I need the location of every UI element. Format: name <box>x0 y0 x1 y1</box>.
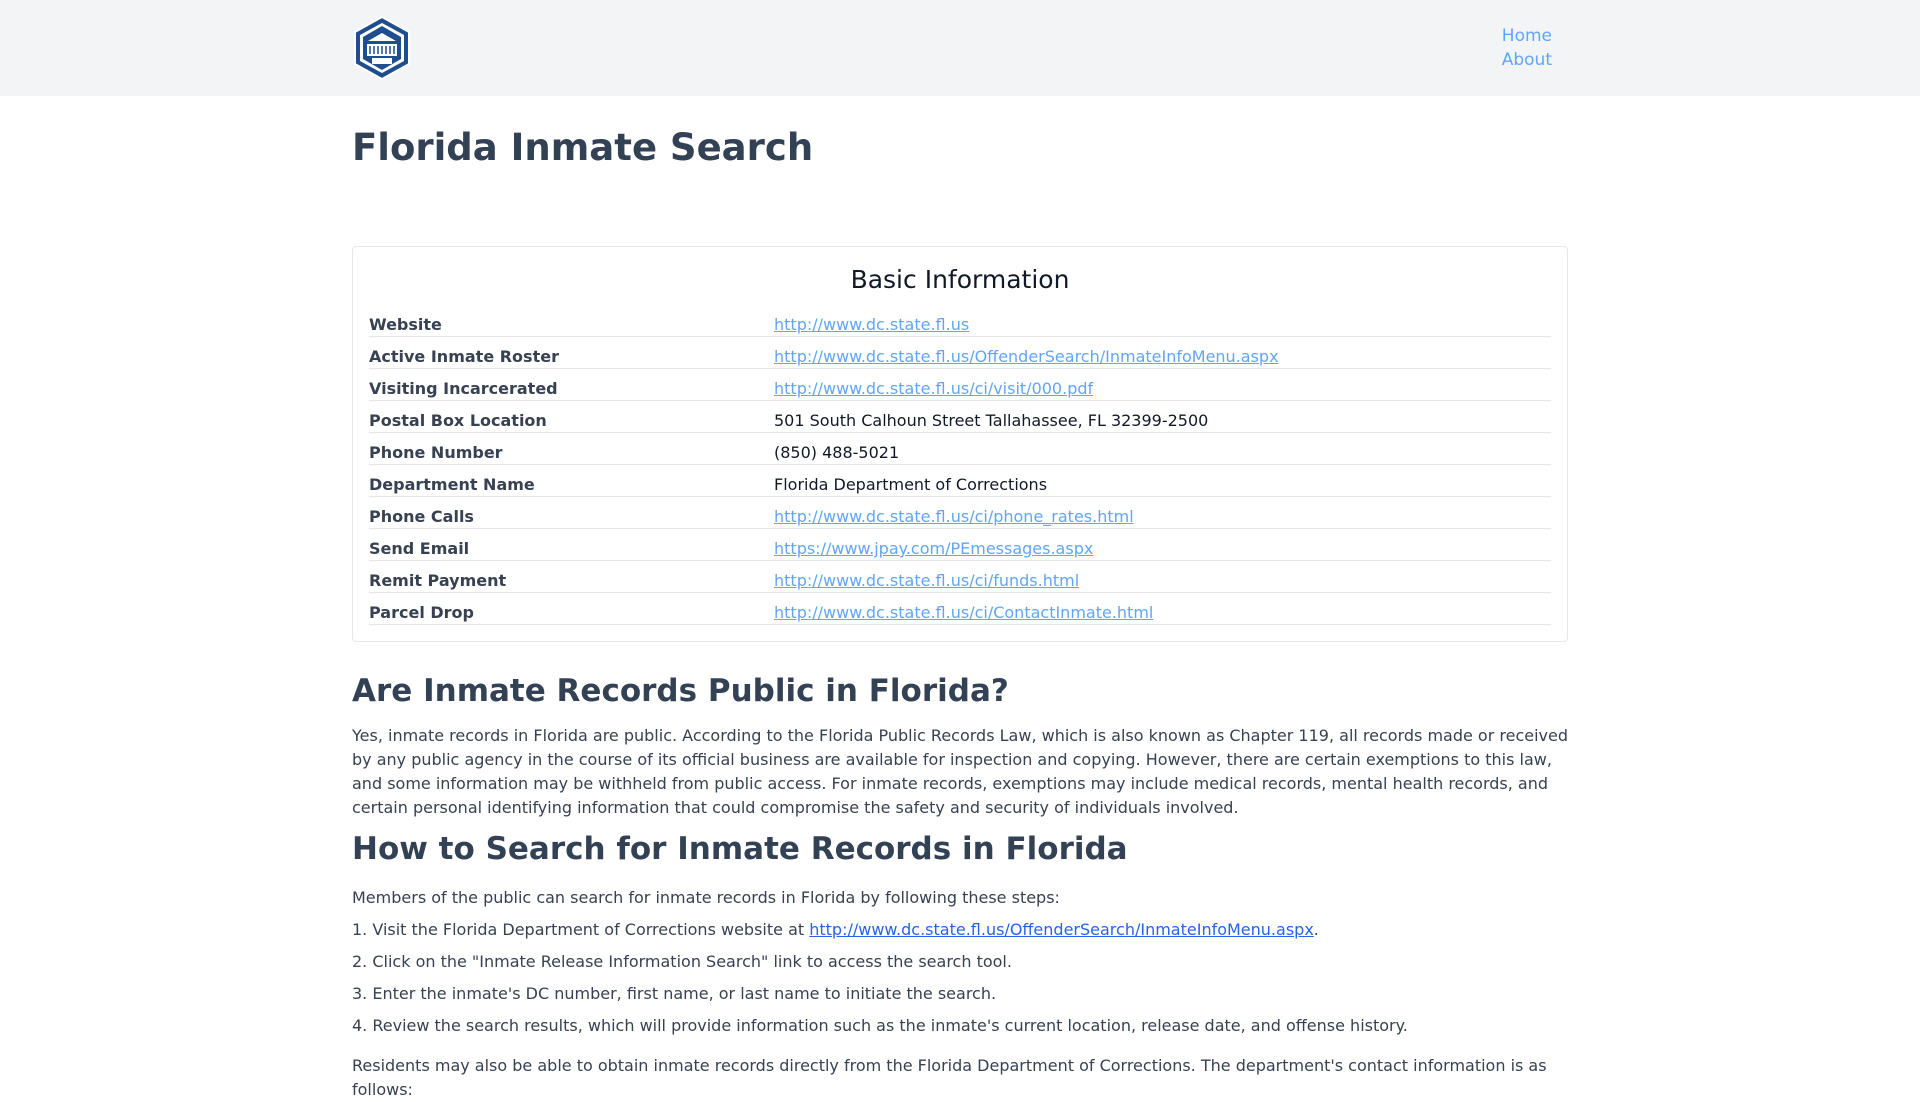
basic-info-title: Basic Information <box>850 265 1070 294</box>
top-navbar: Home About <box>0 0 1920 96</box>
visiting-incarcerated-link[interactable]: http://www.dc.state.fl.us/ci/visit/000.p… <box>774 379 1093 398</box>
info-row-parcel-drop: Parcel Drop http://www.dc.state.fl.us/ci… <box>369 593 1551 625</box>
step-1-roster-link[interactable]: http://www.dc.state.fl.us/OffenderSearch… <box>809 920 1314 939</box>
info-row-active-inmate-roster: Active Inmate Roster http://www.dc.state… <box>369 337 1551 369</box>
info-row-remit-payment: Remit Payment http://www.dc.state.fl.us/… <box>369 561 1551 593</box>
info-row-visiting-incarcerated: Visiting Incarcerated http://www.dc.stat… <box>369 369 1551 401</box>
info-label: Parcel Drop <box>369 603 474 622</box>
send-email-link[interactable]: https://www.jpay.com/PEmessages.aspx <box>774 539 1093 558</box>
main-content: Florida Inmate Search Basic Information … <box>352 96 1568 1102</box>
info-row-phone-number: Phone Number (850) 488-5021 <box>369 433 1551 465</box>
page-title: Florida Inmate Search <box>352 126 814 169</box>
info-label: Postal Box Location <box>369 411 547 430</box>
nav-home-link[interactable]: Home <box>1502 24 1552 48</box>
step-1-text: 1. Visit the Florida Department of Corre… <box>352 920 810 939</box>
search-intro-paragraph: Members of the public can search for inm… <box>352 888 1060 907</box>
website-link[interactable]: http://www.dc.state.fl.us <box>774 315 969 334</box>
info-label: Send Email <box>369 539 470 558</box>
search-step-3: 3. Enter the inmate's DC number, first n… <box>352 984 997 1003</box>
department-name-value: Florida Department of Corrections <box>774 475 1048 494</box>
phone-calls-link[interactable]: http://www.dc.state.fl.us/ci/phone_rates… <box>774 507 1134 526</box>
site-logo-icon[interactable] <box>352 15 412 81</box>
main-nav: Home About <box>1502 24 1552 72</box>
info-label: Department Name <box>369 475 535 494</box>
search-step-1: 1. Visit the Florida Department of Corre… <box>352 918 1568 942</box>
info-row-phone-calls: Phone Calls http://www.dc.state.fl.us/ci… <box>369 497 1551 529</box>
section-heading-how-to-search: How to Search for Inmate Records in Flor… <box>352 831 1128 867</box>
active-inmate-roster-link[interactable]: http://www.dc.state.fl.us/OffenderSearch… <box>774 347 1279 366</box>
info-label: Phone Calls <box>369 507 474 526</box>
postal-box-location-value: 501 South Calhoun Street Tallahassee, FL… <box>774 411 1209 430</box>
info-row-postal-box-location: Postal Box Location 501 South Calhoun St… <box>369 401 1551 433</box>
remit-payment-link[interactable]: http://www.dc.state.fl.us/ci/funds.html <box>774 571 1079 590</box>
navbar-container: Home About <box>352 0 1568 96</box>
parcel-drop-link[interactable]: http://www.dc.state.fl.us/ci/ContactInma… <box>774 603 1153 622</box>
nav-about-link[interactable]: About <box>1502 48 1552 72</box>
residents-paragraph: Residents may also be able to obtain inm… <box>352 1056 1547 1099</box>
search-step-2: 2. Click on the "Inmate Release Informat… <box>352 952 1012 971</box>
search-step-4: 4. Review the search results, which will… <box>352 1016 1408 1035</box>
info-row-website: Website http://www.dc.state.fl.us <box>369 305 1551 337</box>
info-label: Website <box>369 315 442 334</box>
info-label: Active Inmate Roster <box>369 347 559 366</box>
info-label: Visiting Incarcerated <box>369 379 558 398</box>
info-row-department-name: Department Name Florida Department of Co… <box>369 465 1551 497</box>
phone-number-value: (850) 488-5021 <box>774 443 900 462</box>
info-row-send-email: Send Email https://www.jpay.com/PEmessag… <box>369 529 1551 561</box>
section-heading-public-records: Are Inmate Records Public in Florida? <box>352 673 1009 709</box>
public-records-paragraph: Yes, inmate records in Florida are publi… <box>352 726 1568 817</box>
basic-info-card: Basic Information Website http://www.dc.… <box>352 246 1568 642</box>
step-1-suffix: . <box>1313 920 1319 939</box>
info-label: Remit Payment <box>369 571 507 590</box>
info-label: Phone Number <box>369 443 503 462</box>
